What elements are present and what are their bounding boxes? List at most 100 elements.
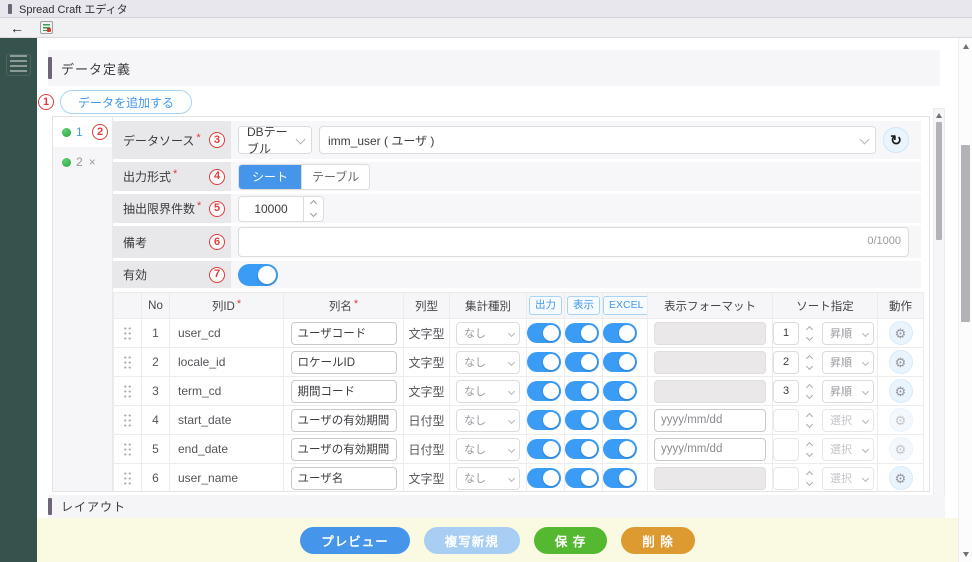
aggregate-select[interactable]: なし (456, 438, 520, 461)
spinner-up-icon[interactable] (304, 197, 323, 209)
app-icon (8, 4, 12, 14)
display-toggle[interactable] (565, 323, 599, 343)
action-gear-button[interactable]: ⚙ (889, 437, 913, 461)
status-dot-icon (62, 128, 71, 137)
delete-button[interactable]: 削 除 (621, 527, 694, 554)
aggregate-select[interactable]: なし (456, 380, 520, 403)
back-icon[interactable]: ← (10, 21, 24, 35)
excel-toggle[interactable] (603, 410, 637, 430)
page-scrollbar[interactable] (958, 38, 972, 562)
save-button[interactable]: 保 存 (534, 527, 607, 554)
output-toggle[interactable] (527, 439, 561, 459)
limit-input[interactable] (238, 196, 304, 222)
aggregate-select[interactable]: なし (456, 409, 520, 432)
drag-handle-icon[interactable] (123, 413, 132, 428)
scroll-down-icon[interactable] (959, 548, 972, 560)
sort-order-select: 選択 (822, 438, 874, 461)
chevron-down-icon (862, 445, 869, 452)
scroll-up-icon[interactable] (934, 109, 944, 121)
drag-handle-icon[interactable] (123, 442, 132, 457)
excel-toggle[interactable] (603, 468, 637, 488)
display-header-pill[interactable]: 表示 (567, 296, 600, 315)
display-toggle[interactable] (565, 381, 599, 401)
drag-handle-icon[interactable] (123, 355, 132, 370)
sort-number-input (773, 409, 799, 432)
sort-spinner[interactable] (802, 351, 816, 374)
preview-button[interactable]: プレビュー (300, 527, 410, 554)
row-no: 6 (142, 464, 170, 492)
sort-number-input[interactable] (773, 322, 799, 345)
chevron-down-icon (508, 358, 515, 365)
data-tab-1[interactable]: 1 2 (53, 117, 112, 147)
sort-order-select[interactable]: 昇順 (822, 351, 874, 374)
display-toggle[interactable] (565, 468, 599, 488)
table-row-4: 4 start_date 日付型 なし 選択 (114, 406, 924, 435)
aggregate-select[interactable]: なし (456, 467, 520, 490)
tab-close-icon[interactable]: × (89, 155, 96, 169)
remarks-content: 0/1000 (231, 226, 921, 258)
output-toggle[interactable] (527, 468, 561, 488)
display-toggle[interactable] (565, 439, 599, 459)
column-name-input[interactable] (291, 351, 397, 374)
action-gear-button[interactable]: ⚙ (889, 408, 913, 432)
enabled-toggle[interactable] (238, 264, 278, 286)
excel-header-pill[interactable]: EXCEL (603, 296, 648, 315)
sort-spinner[interactable] (802, 322, 816, 345)
sort-order-select[interactable]: 昇順 (822, 380, 874, 403)
action-gear-button[interactable]: ⚙ (889, 350, 913, 374)
data-tab-2[interactable]: 2 × (53, 147, 112, 177)
output-toggle[interactable] (527, 381, 561, 401)
output-toggle[interactable] (527, 352, 561, 372)
excel-toggle[interactable] (603, 381, 637, 401)
enabled-row: 有効 7 (113, 261, 921, 288)
excel-toggle[interactable] (603, 323, 637, 343)
datasource-table-select[interactable]: imm_user ( ユーザ ) (319, 126, 876, 154)
column-id: user_name (170, 464, 284, 492)
sort-number-input[interactable] (773, 380, 799, 403)
format-input[interactable] (654, 438, 766, 461)
scroll-up-icon[interactable] (959, 40, 972, 52)
output-header-pill[interactable]: 出力 (529, 296, 562, 315)
output-toggle[interactable] (527, 410, 561, 430)
spinner-down-icon[interactable] (304, 209, 323, 221)
excel-toggle[interactable] (603, 439, 637, 459)
column-name-input[interactable] (291, 438, 397, 461)
spreadcraft-icon[interactable] (40, 21, 53, 34)
excel-toggle[interactable] (603, 352, 637, 372)
column-name-input[interactable] (291, 380, 397, 403)
aggregate-select[interactable]: なし (456, 351, 520, 374)
limit-content (231, 194, 921, 223)
panel-scrollbar[interactable] (933, 108, 945, 518)
datasource-type-select[interactable]: DBテーブル (238, 126, 312, 154)
action-gear-button[interactable]: ⚙ (889, 379, 913, 403)
add-data-button[interactable]: データを追加する (60, 90, 192, 114)
action-gear-button[interactable]: ⚙ (889, 466, 913, 490)
action-gear-button[interactable]: ⚙ (889, 321, 913, 345)
sort-number-input[interactable] (773, 351, 799, 374)
drag-handle-icon[interactable] (123, 384, 132, 399)
column-name-input[interactable] (291, 467, 397, 490)
scrollbar-thumb[interactable] (936, 122, 942, 240)
table-row-3: 3 term_cd 文字型 なし 昇順 (114, 377, 924, 406)
output-format-option-table[interactable]: テーブル (301, 165, 369, 189)
sort-spinner[interactable] (802, 380, 816, 403)
sort-spinner (802, 438, 816, 461)
output-toggle[interactable] (527, 323, 561, 343)
output-format-option-sheet[interactable]: シート (239, 165, 301, 189)
drag-handle-icon[interactable] (123, 471, 132, 486)
header-aggregate: 集計種別 (450, 293, 527, 319)
format-input[interactable] (654, 409, 766, 432)
display-toggle[interactable] (565, 410, 599, 430)
scrollbar-thumb[interactable] (961, 145, 970, 322)
drag-handle-icon[interactable] (123, 326, 132, 341)
sort-order-select[interactable]: 昇順 (822, 322, 874, 345)
data-definition-form: データソース* 3 DBテーブル imm_user ( ユーザ ) ↻ (113, 117, 929, 491)
column-name-input[interactable] (291, 409, 397, 432)
refresh-button[interactable]: ↻ (883, 127, 909, 153)
copy-new-button[interactable]: 複写新規 (424, 527, 520, 554)
aggregate-select[interactable]: なし (456, 322, 520, 345)
hamburger-menu-icon[interactable] (6, 54, 31, 76)
display-toggle[interactable] (565, 352, 599, 372)
column-name-input[interactable] (291, 322, 397, 345)
remarks-input[interactable] (238, 227, 909, 257)
